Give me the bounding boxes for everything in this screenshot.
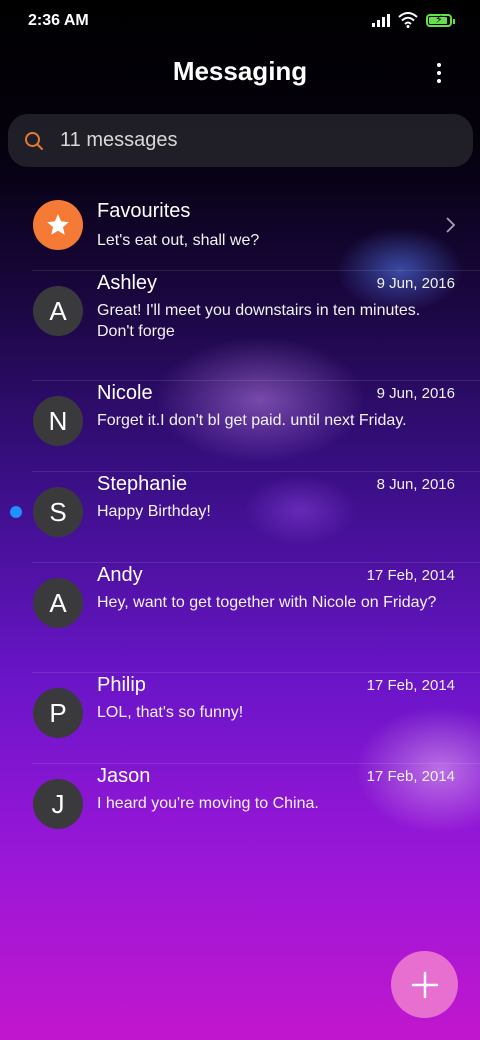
message-date: 17 Feb, 2014 [366,768,455,785]
message-snippet: Hey, want to get together with Nicole on… [97,594,437,611]
message-date: 9 Jun, 2016 [376,385,455,402]
signal-icon [372,13,390,27]
divider [32,763,480,764]
message-snippet: I heard you're moving to China. [97,795,319,812]
avatar: N [33,396,83,446]
contact-name: Jason [97,765,151,787]
contact-name: Nicole [97,382,153,404]
plus-icon [411,971,438,998]
contact-name: Philip [97,674,146,696]
page-title: Messaging [172,56,308,86]
contact-name: Andy [97,564,143,586]
message-date: 17 Feb, 2014 [366,677,455,694]
favourites-row[interactable]: Favourites Let's eat out, shall we? [0,180,480,270]
message-snippet: Happy Birthday! [97,503,211,520]
contact-name: Ashley [97,272,158,294]
search-icon [25,131,43,150]
favourites-snippet: Let's eat out, shall we? [97,232,260,249]
message-date: 9 Jun, 2016 [376,275,455,292]
divider [32,471,480,472]
avatar: P [33,688,83,738]
divider [32,672,480,673]
avatar: J [33,779,83,829]
status-icons: ⚡ [372,12,455,28]
unread-indicator [10,506,22,518]
battery-charging-icon: ⚡ [426,13,455,27]
conversation-row[interactable]: A Andy 17 Feb, 2014 Hey, want to get togeth… [0,564,480,674]
more-vert-icon[interactable] [424,60,454,86]
conversation-row[interactable]: S Stephanie 8 Jun, 2016 Happy Birthday! [0,473,480,564]
search-input[interactable]: 11 messages [60,129,177,152]
conversation-row[interactable]: A Ashley 9 Jun, 2016 Great! I'll meet you d… [0,272,480,382]
conversation-row[interactable]: N Nicole 9 Jun, 2016 Forget it.I don't bl g… [0,382,480,473]
status-time: 2:36 AM [28,12,89,29]
message-snippet: Great! I'll meet you downstairs in ten m… [97,302,421,340]
divider [32,380,480,381]
search-bar[interactable]: 11 messages [8,114,473,167]
avatar: A [33,578,83,628]
divider [32,562,480,563]
chevron-right-icon [446,217,456,233]
divider [32,270,480,271]
conversation-row[interactable]: J Jason 17 Feb, 2014 I heard you're moving … [0,765,480,856]
contact-name: Stephanie [97,473,188,495]
message-date: 17 Feb, 2014 [366,567,455,584]
conversation-row[interactable]: P Philip 17 Feb, 2014 LOL, that's so funny! [0,674,480,765]
status-bar: 2:36 AM ⚡ [0,0,480,44]
message-snippet: Forget it.I don't bl get paid. until nex… [97,412,407,429]
avatar: S [33,487,83,537]
new-message-button[interactable] [391,951,458,1018]
avatar: A [33,286,83,336]
message-snippet: LOL, that's so funny! [97,704,244,721]
message-date: 8 Jun, 2016 [376,476,455,493]
wifi-icon [398,12,418,28]
star-icon [33,200,83,250]
favourites-title: Favourites [97,200,191,222]
